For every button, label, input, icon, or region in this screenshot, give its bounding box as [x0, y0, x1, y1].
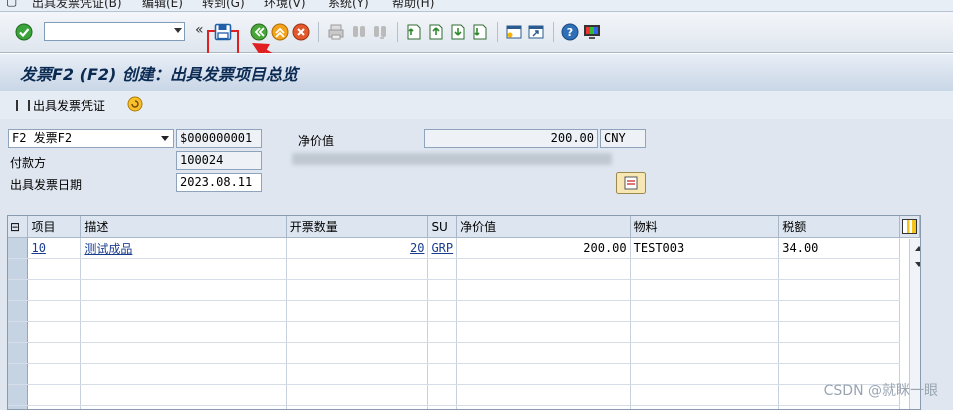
- header-detail-icon[interactable]: [616, 172, 646, 194]
- command-field[interactable]: [44, 22, 185, 41]
- column-header-tax[interactable]: 税额: [779, 216, 900, 238]
- menu-goto[interactable]: 转到(G): [202, 0, 245, 11]
- chevron-down-icon[interactable]: [161, 136, 169, 141]
- table-row-empty[interactable]: [8, 364, 920, 385]
- column-header-unit[interactable]: SU: [428, 216, 457, 238]
- payer-field: 100024: [176, 151, 262, 170]
- column-header-item[interactable]: 项目: [28, 216, 81, 238]
- row-selector[interactable]: [8, 238, 28, 259]
- cell-net-value: 200.00: [457, 238, 631, 259]
- chevron-down-icon[interactable]: [174, 28, 182, 33]
- billing-type-value: F2 发票F2: [12, 131, 72, 145]
- toolbar-separator: [397, 22, 398, 42]
- find-next-icon[interactable]: [371, 23, 389, 41]
- cell-quantity[interactable]: 20: [286, 238, 428, 259]
- cell-material: TEST003: [630, 238, 779, 259]
- cell-unit[interactable]: GRP: [428, 238, 457, 259]
- blurred-region: [292, 153, 612, 165]
- net-value-label: 净价值: [298, 132, 334, 149]
- column-config-icon[interactable]: [899, 216, 919, 238]
- column-header-material[interactable]: 物料: [630, 216, 779, 238]
- cell-tax: 34.00: [779, 238, 900, 259]
- next-page-icon[interactable]: [449, 23, 467, 41]
- menu-billing-document[interactable]: 出具发票凭证(B): [32, 0, 122, 11]
- double-chevron-left-icon[interactable]: «: [195, 22, 204, 38]
- refresh-icon[interactable]: [127, 96, 143, 112]
- scroll-down-icon[interactable]: [915, 262, 921, 267]
- table-row-empty[interactable]: [8, 322, 920, 343]
- item-table-grid: ⊟ 项目 描述 开票数量 SU 净价值 物料 税额 10 测试成品 20 GRP…: [8, 216, 920, 410]
- prev-page-icon[interactable]: [427, 23, 445, 41]
- net-value-field: 200.00: [424, 129, 598, 148]
- cell-description[interactable]: 测试成品: [81, 238, 286, 259]
- table-header-row: ⊟ 项目 描述 开票数量 SU 净价值 物料 税额: [8, 216, 920, 238]
- new-session-icon[interactable]: [505, 23, 523, 41]
- table-row-empty[interactable]: [8, 385, 920, 406]
- billing-document-button-label: 出具发票凭证: [33, 99, 105, 113]
- page-title: 发票F2 (F2) 创建：出具发票项目总览: [20, 61, 298, 85]
- cell-item[interactable]: 10: [28, 238, 81, 259]
- application-toolbar: 出具发票凭证: [0, 91, 953, 119]
- scroll-up-icon[interactable]: [915, 246, 921, 251]
- table-row-empty[interactable]: [8, 301, 920, 322]
- column-header-quantity[interactable]: 开票数量: [286, 216, 428, 238]
- title-bar: 发票F2 (F2) 创建：出具发票项目总览: [0, 53, 953, 92]
- table-row-empty[interactable]: [8, 280, 920, 301]
- menu-environment[interactable]: 环境(V): [264, 0, 306, 11]
- toolbar-separator: [497, 22, 498, 42]
- billing-date-field[interactable]: 2023.08.11: [176, 173, 262, 192]
- watermark: CSDN @就眯一眼: [824, 380, 938, 400]
- help-icon[interactable]: ?: [561, 23, 579, 41]
- column-header-net-value[interactable]: 净价值: [457, 216, 631, 238]
- menu-help[interactable]: 帮助(H): [392, 0, 434, 11]
- doc-number-field: $000000001: [176, 129, 262, 148]
- select-all-icon[interactable]: ⊟: [8, 216, 28, 238]
- payer-label: 付款方: [10, 154, 46, 171]
- first-page-icon[interactable]: [405, 23, 423, 41]
- customize-layout-icon[interactable]: [583, 23, 601, 41]
- menu-system[interactable]: 系统(Y): [328, 0, 369, 11]
- currency-field: CNY: [600, 129, 646, 148]
- toolbar-separator: [553, 22, 554, 42]
- column-header-description[interactable]: 描述: [81, 216, 286, 238]
- billing-document-button[interactable]: 出具发票凭证: [16, 97, 105, 114]
- save-icon[interactable]: [214, 23, 232, 41]
- standard-toolbar: « ?: [0, 12, 953, 53]
- table-row-empty[interactable]: [8, 343, 920, 364]
- last-page-icon[interactable]: [471, 23, 489, 41]
- enter-icon[interactable]: [15, 23, 33, 41]
- system-menu-icon[interactable]: ▢: [6, 0, 17, 8]
- table-row[interactable]: 10 测试成品 20 GRP 200.00 TEST003 34.00: [8, 238, 920, 259]
- billing-date-label: 出具发票日期: [10, 176, 82, 193]
- table-row-empty[interactable]: [8, 259, 920, 280]
- document-list-icon: [16, 100, 30, 111]
- menu-edit[interactable]: 编辑(E): [142, 0, 183, 11]
- shortcut-icon[interactable]: [527, 23, 545, 41]
- billing-type-select[interactable]: F2 发票F2: [8, 129, 174, 148]
- item-table: ⊟ 项目 描述 开票数量 SU 净价值 物料 税额 10 测试成品 20 GRP…: [7, 215, 921, 410]
- menu-bar: ▢ 出具发票凭证(B) 编辑(E) 转到(G) 环境(V) 系统(Y) 帮助(H…: [0, 0, 953, 12]
- find-icon[interactable]: [350, 23, 368, 41]
- svg-text:?: ?: [567, 26, 573, 39]
